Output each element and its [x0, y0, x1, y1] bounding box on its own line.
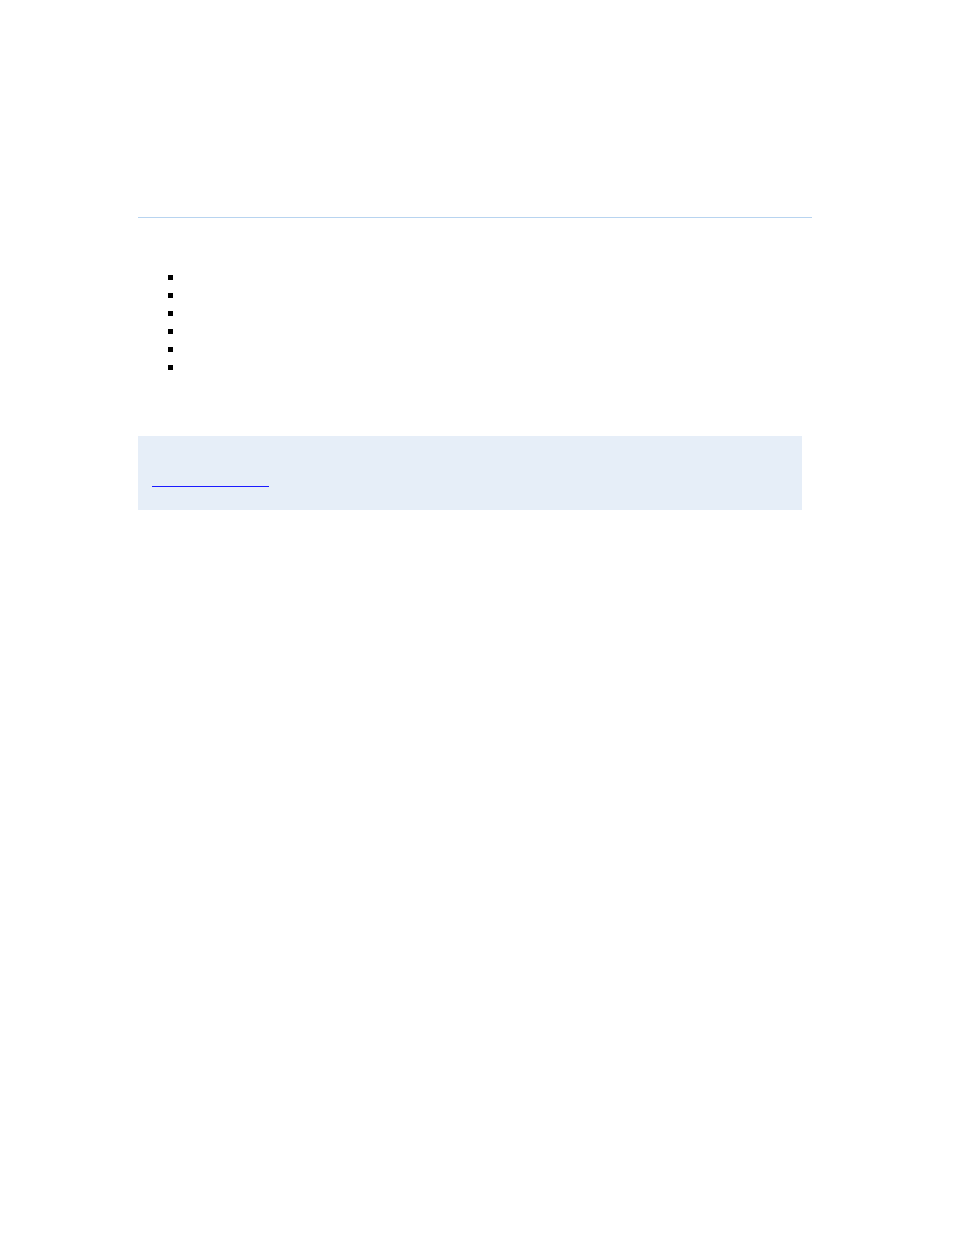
list-item [168, 340, 812, 358]
document-section [138, 217, 812, 510]
list-item [168, 268, 812, 286]
list-item [168, 286, 812, 304]
list-item [168, 304, 812, 322]
bullet-list [138, 268, 812, 376]
list-item [168, 358, 812, 376]
info-callout [138, 436, 802, 510]
list-item [168, 322, 812, 340]
section-divider [138, 217, 812, 218]
link-underline[interactable] [152, 486, 269, 487]
